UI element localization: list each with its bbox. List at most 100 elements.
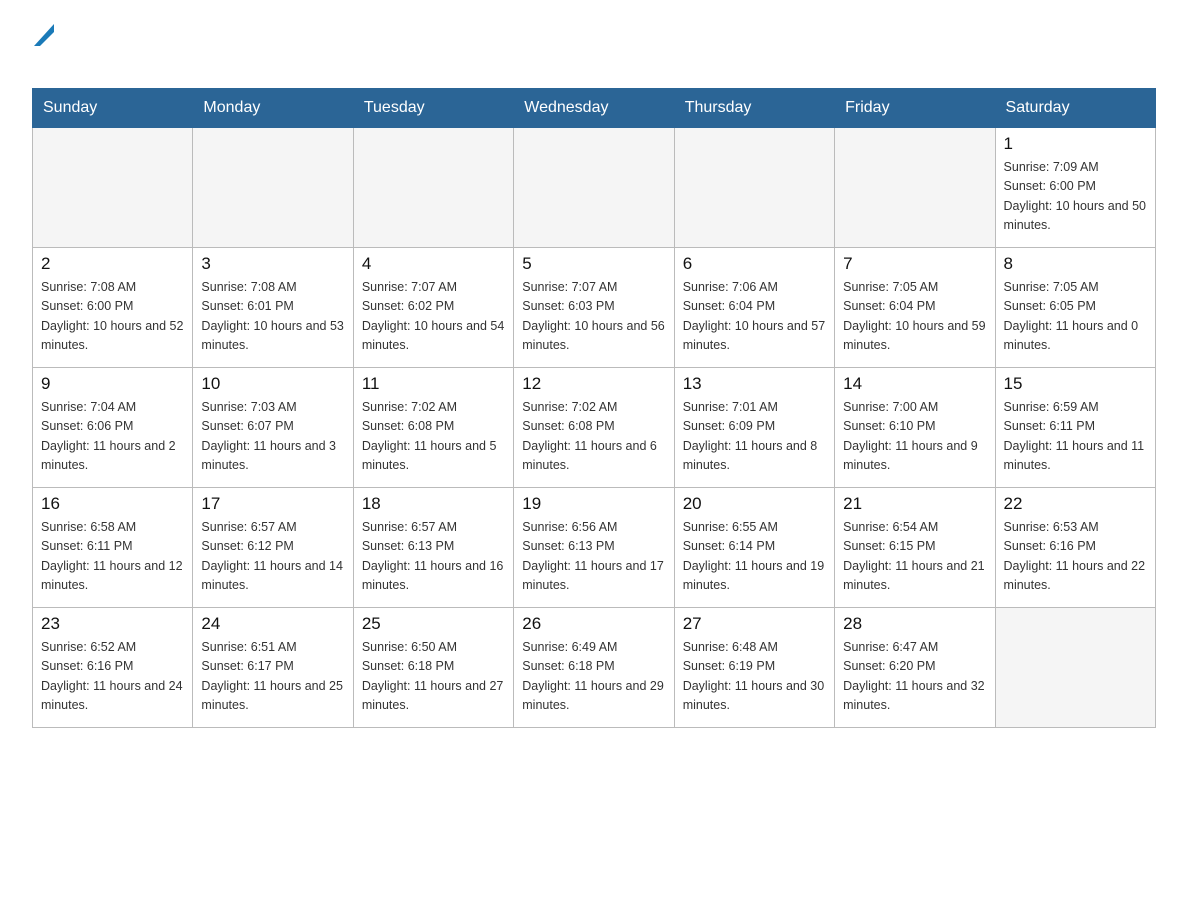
logo [32,24,56,72]
cell-info-text: Sunrise: 6:52 AMSunset: 6:16 PMDaylight:… [41,638,184,716]
cell-info-text: Sunrise: 6:57 AMSunset: 6:13 PMDaylight:… [362,518,505,596]
cell-info-text: Sunrise: 6:57 AMSunset: 6:12 PMDaylight:… [201,518,344,596]
cell-info-text: Sunrise: 6:59 AMSunset: 6:11 PMDaylight:… [1004,398,1147,476]
cell-date-number: 5 [522,254,665,274]
cell-info-text: Sunrise: 7:03 AMSunset: 6:07 PMDaylight:… [201,398,344,476]
calendar-week-row: 23 Sunrise: 6:52 AMSunset: 6:16 PMDayligh… [33,608,1156,728]
cell-info-text: Sunrise: 7:05 AMSunset: 6:04 PMDaylight:… [843,278,986,356]
calendar-cell: 23 Sunrise: 6:52 AMSunset: 6:16 PMDayligh… [33,608,193,728]
col-header-tuesday: Tuesday [353,89,513,128]
cell-date-number: 27 [683,614,826,634]
cell-date-number: 7 [843,254,986,274]
calendar-cell: 5 Sunrise: 7:07 AMSunset: 6:03 PMDaylight… [514,248,674,368]
page-header [32,24,1156,72]
calendar-week-row: 2Sunrise: 7:08 AMSunset: 6:00 PMDaylight… [33,248,1156,368]
col-header-monday: Monday [193,89,353,128]
cell-date-number: 26 [522,614,665,634]
col-header-sunday: Sunday [33,89,193,128]
calendar-cell: 1 Sunrise: 7:09 AMSunset: 6:00 PMDaylight… [995,128,1155,248]
cell-date-number: 20 [683,494,826,514]
cell-info-text: Sunrise: 7:02 AMSunset: 6:08 PMDaylight:… [362,398,505,476]
calendar-cell: 19 Sunrise: 6:56 AMSunset: 6:13 PMDayligh… [514,488,674,608]
cell-date-number: 21 [843,494,986,514]
cell-info-text: Sunrise: 6:58 AMSunset: 6:11 PMDaylight:… [41,518,184,596]
cell-date-number: 8 [1004,254,1147,274]
cell-info-text: Sunrise: 7:08 AMSunset: 6:00 PMDaylight:… [41,278,184,356]
calendar-cell: 12 Sunrise: 7:02 AMSunset: 6:08 PMDayligh… [514,368,674,488]
cell-date-number: 18 [362,494,505,514]
calendar-cell: 4 Sunrise: 7:07 AMSunset: 6:02 PMDaylight… [353,248,513,368]
calendar-cell: 16 Sunrise: 6:58 AMSunset: 6:11 PMDayligh… [33,488,193,608]
cell-date-number: 25 [362,614,505,634]
cell-date-number: 6 [683,254,826,274]
calendar-cell: 22Sunrise: 6:53 AMSunset: 6:16 PMDayligh… [995,488,1155,608]
col-header-thursday: Thursday [674,89,834,128]
cell-info-text: Sunrise: 7:07 AMSunset: 6:03 PMDaylight:… [522,278,665,356]
calendar-cell: 17 Sunrise: 6:57 AMSunset: 6:12 PMDayligh… [193,488,353,608]
calendar-cell: 28 Sunrise: 6:47 AMSunset: 6:20 PMDayligh… [835,608,995,728]
calendar-cell: 10 Sunrise: 7:03 AMSunset: 6:07 PMDayligh… [193,368,353,488]
calendar-cell: 15 Sunrise: 6:59 AMSunset: 6:11 PMDayligh… [995,368,1155,488]
calendar-cell: 7 Sunrise: 7:05 AMSunset: 6:04 PMDaylight… [835,248,995,368]
calendar-cell: 13 Sunrise: 7:01 AMSunset: 6:09 PMDayligh… [674,368,834,488]
calendar-cell [674,128,834,248]
calendar-cell: 18 Sunrise: 6:57 AMSunset: 6:13 PMDayligh… [353,488,513,608]
cell-date-number: 4 [362,254,505,274]
cell-info-text: Sunrise: 6:51 AMSunset: 6:17 PMDaylight:… [201,638,344,716]
calendar-cell: 25 Sunrise: 6:50 AMSunset: 6:18 PMDayligh… [353,608,513,728]
calendar-week-row: 9Sunrise: 7:04 AMSunset: 6:06 PMDaylight… [33,368,1156,488]
cell-info-text: Sunrise: 7:09 AMSunset: 6:00 PMDaylight:… [1004,158,1147,236]
calendar-cell: 11 Sunrise: 7:02 AMSunset: 6:08 PMDayligh… [353,368,513,488]
cell-info-text: Sunrise: 6:47 AMSunset: 6:20 PMDaylight:… [843,638,986,716]
calendar-cell: 21 Sunrise: 6:54 AMSunset: 6:15 PMDayligh… [835,488,995,608]
cell-date-number: 16 [41,494,184,514]
calendar-cell [514,128,674,248]
cell-date-number: 19 [522,494,665,514]
calendar-table: Sunday Monday Tuesday Wednesday Thursday… [32,88,1156,728]
cell-info-text: Sunrise: 6:54 AMSunset: 6:15 PMDaylight:… [843,518,986,596]
calendar-cell: 24Sunrise: 6:51 AMSunset: 6:17 PMDayligh… [193,608,353,728]
cell-info-text: Sunrise: 7:07 AMSunset: 6:02 PMDaylight:… [362,278,505,356]
cell-info-text: Sunrise: 7:05 AMSunset: 6:05 PMDaylight:… [1004,278,1147,356]
cell-info-text: Sunrise: 7:04 AMSunset: 6:06 PMDaylight:… [41,398,184,476]
cell-date-number: 15 [1004,374,1147,394]
calendar-cell: 3 Sunrise: 7:08 AMSunset: 6:01 PMDaylight… [193,248,353,368]
cell-date-number: 17 [201,494,344,514]
calendar-cell [33,128,193,248]
calendar-cell [995,608,1155,728]
cell-info-text: Sunrise: 7:02 AMSunset: 6:08 PMDaylight:… [522,398,665,476]
calendar-cell: 20 Sunrise: 6:55 AMSunset: 6:14 PMDayligh… [674,488,834,608]
calendar-cell: 6 Sunrise: 7:06 AMSunset: 6:04 PMDaylight… [674,248,834,368]
cell-date-number: 11 [362,374,505,394]
calendar-cell: 2Sunrise: 7:08 AMSunset: 6:00 PMDaylight… [33,248,193,368]
calendar-cell [193,128,353,248]
cell-info-text: Sunrise: 7:01 AMSunset: 6:09 PMDaylight:… [683,398,826,476]
cell-date-number: 13 [683,374,826,394]
cell-date-number: 3 [201,254,344,274]
cell-date-number: 1 [1004,134,1147,154]
cell-info-text: Sunrise: 6:49 AMSunset: 6:18 PMDaylight:… [522,638,665,716]
cell-info-text: Sunrise: 7:08 AMSunset: 6:01 PMDaylight:… [201,278,344,356]
calendar-cell: 9Sunrise: 7:04 AMSunset: 6:06 PMDaylight… [33,368,193,488]
cell-info-text: Sunrise: 6:56 AMSunset: 6:13 PMDaylight:… [522,518,665,596]
col-header-friday: Friday [835,89,995,128]
cell-date-number: 10 [201,374,344,394]
cell-info-text: Sunrise: 7:06 AMSunset: 6:04 PMDaylight:… [683,278,826,356]
logo-triangle-icon [34,24,54,46]
calendar-week-row: 1 Sunrise: 7:09 AMSunset: 6:00 PMDaylight… [33,128,1156,248]
cell-info-text: Sunrise: 6:50 AMSunset: 6:18 PMDaylight:… [362,638,505,716]
cell-date-number: 28 [843,614,986,634]
calendar-cell: 8 Sunrise: 7:05 AMSunset: 6:05 PMDaylight… [995,248,1155,368]
col-header-wednesday: Wednesday [514,89,674,128]
calendar-cell: 14Sunrise: 7:00 AMSunset: 6:10 PMDayligh… [835,368,995,488]
cell-info-text: Sunrise: 7:00 AMSunset: 6:10 PMDaylight:… [843,398,986,476]
col-header-saturday: Saturday [995,89,1155,128]
cell-info-text: Sunrise: 6:48 AMSunset: 6:19 PMDaylight:… [683,638,826,716]
cell-date-number: 23 [41,614,184,634]
cell-date-number: 12 [522,374,665,394]
cell-info-text: Sunrise: 6:55 AMSunset: 6:14 PMDaylight:… [683,518,826,596]
calendar-week-row: 16 Sunrise: 6:58 AMSunset: 6:11 PMDayligh… [33,488,1156,608]
calendar-header-row: Sunday Monday Tuesday Wednesday Thursday… [33,89,1156,128]
calendar-cell: 27 Sunrise: 6:48 AMSunset: 6:19 PMDayligh… [674,608,834,728]
cell-info-text: Sunrise: 6:53 AMSunset: 6:16 PMDaylight:… [1004,518,1147,596]
